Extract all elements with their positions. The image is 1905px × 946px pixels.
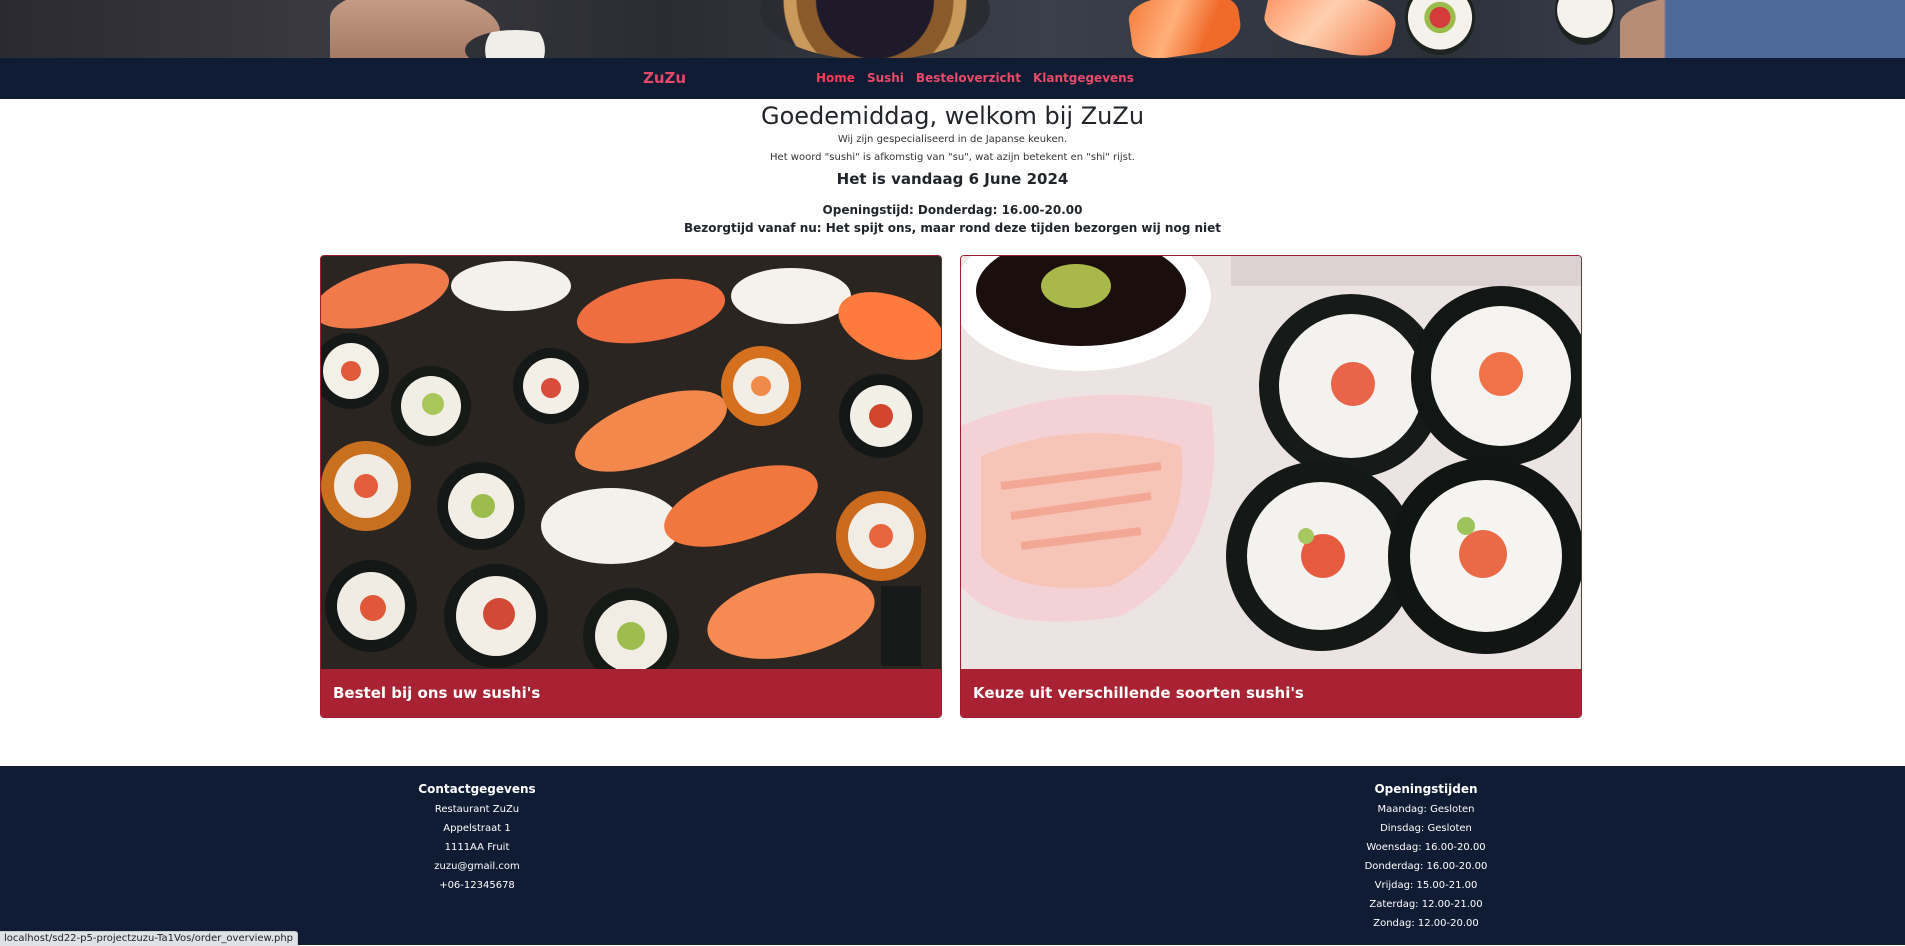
- nav-link-klantgegevens[interactable]: Klantgegevens: [1033, 71, 1134, 85]
- hours-friday: Vrijdag: 15.00-21.00: [1374, 880, 1478, 891]
- today-date: Het is vandaag 6 June 2024: [836, 170, 1069, 188]
- card-caption-text: Bestel bij ons uw sushi's: [333, 684, 541, 702]
- card-caption: Bestel bij ons uw sushi's: [321, 669, 941, 717]
- card-order-sushi[interactable]: Bestel bij ons uw sushi's: [320, 255, 942, 718]
- navbar: ZuZu Home Sushi Besteloverzicht Klantgeg…: [0, 58, 1905, 99]
- intro-section: Goedemiddag, welkom bij ZuZu Wij zijn ge…: [0, 101, 1905, 237]
- hours-saturday: Zaterdag: 12.00-21.00: [1369, 899, 1483, 910]
- footer-contact-heading: Contactgegevens: [418, 782, 536, 796]
- browser-status-url: localhost/sd22-p5-projectzuzu-Ta1Vos/ord…: [0, 931, 299, 946]
- sushi-assortment-image: [321, 256, 941, 669]
- contact-phone: +06-12345678: [439, 880, 515, 891]
- opening-time: Openingstijd: Donderdag: 16.00-20.00: [822, 203, 1083, 217]
- footer-hours-heading: Openingstijden: [1374, 782, 1478, 796]
- footer: Contactgegevens Restaurant ZuZu Appelstr…: [0, 766, 1905, 945]
- nav-link-besteloverzicht[interactable]: Besteloverzicht: [916, 71, 1021, 85]
- nav-links: Home Sushi Besteloverzicht Klantgegevens: [816, 71, 1134, 85]
- card-caption-text: Keuze uit verschillende soorten sushi's: [973, 684, 1304, 702]
- contact-postcode: 1111AA Fruit: [444, 842, 510, 853]
- card-sushi-choice[interactable]: Keuze uit verschillende soorten sushi's: [960, 255, 1582, 718]
- nav-link-sushi[interactable]: Sushi: [867, 71, 904, 85]
- intro-line-1: Wij zijn gespecialiseerd in de Japanse k…: [837, 134, 1068, 145]
- hours-tuesday: Dinsdag: Gesloten: [1380, 823, 1472, 834]
- hours-wednesday: Woensdag: 16.00-20.00: [1366, 842, 1486, 853]
- contact-email: zuzu@gmail.com: [434, 861, 520, 872]
- hero-banner-image: [0, 0, 1905, 58]
- contact-restaurant: Restaurant ZuZu: [434, 804, 520, 815]
- brand-link[interactable]: ZuZu: [643, 69, 686, 87]
- contact-street: Appelstraat 1: [443, 823, 511, 834]
- sushi-rolls-image: [961, 256, 1581, 669]
- hours-monday: Maandag: Gesloten: [1377, 804, 1475, 815]
- card-caption: Keuze uit verschillende soorten sushi's: [961, 669, 1581, 717]
- intro-line-2: Het woord "sushi" is afkomstig van "su",…: [770, 152, 1135, 163]
- nav-link-home[interactable]: Home: [816, 71, 855, 85]
- hours-thursday: Donderdag: 16.00-20.00: [1364, 861, 1488, 872]
- footer-contact: Contactgegevens Restaurant ZuZu Appelstr…: [357, 778, 597, 895]
- hours-sunday: Zondag: 12.00-20.00: [1373, 918, 1479, 929]
- page-title: Goedemiddag, welkom bij ZuZu: [760, 102, 1145, 130]
- footer-hours: Openingstijden Maandag: Gesloten Dinsdag…: [1306, 778, 1546, 933]
- delivery-time: Bezorgtijd vanaf nu: Het spijt ons, maar…: [683, 221, 1222, 235]
